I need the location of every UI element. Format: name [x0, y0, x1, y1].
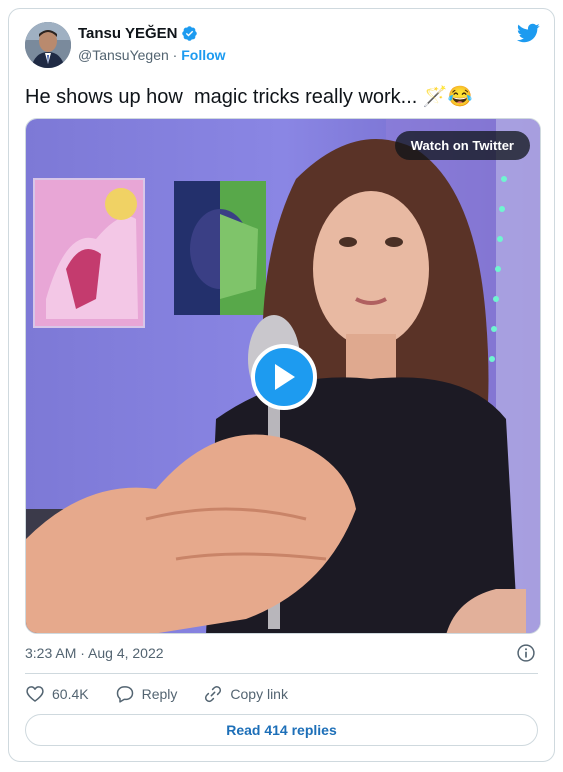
- tweet-timestamp[interactable]: 3:23 AM · Aug 4, 2022: [25, 645, 164, 661]
- verified-badge-icon: [182, 26, 198, 41]
- link-icon: [205, 685, 222, 703]
- handle-separator: ·: [172, 47, 178, 63]
- author-name[interactable]: Tansu YEĞEN: [78, 25, 177, 42]
- follow-button[interactable]: Follow: [181, 47, 225, 63]
- action-bar: 60.4K Reply Copy link: [25, 684, 314, 704]
- twitter-bird-icon[interactable]: [516, 21, 540, 45]
- heart-icon: [26, 686, 44, 702]
- author-handle[interactable]: @TansuYegen: [78, 47, 169, 63]
- play-icon: [275, 364, 295, 390]
- tweet-text: He shows up how magic tricks really work…: [25, 86, 473, 108]
- play-button[interactable]: [251, 344, 317, 410]
- info-icon[interactable]: [516, 643, 536, 663]
- reply-button[interactable]: Reply: [115, 684, 178, 704]
- video-media[interactable]: Watch on Twitter: [25, 118, 541, 634]
- copy-link-button[interactable]: Copy link: [203, 684, 288, 704]
- reply-label: Reply: [141, 686, 178, 702]
- reply-icon: [116, 686, 133, 703]
- avatar[interactable]: [25, 22, 71, 68]
- tweet-card: Tansu YEĞEN @TansuYegen · Follow He show…: [8, 8, 555, 762]
- copy-link-label: Copy link: [230, 686, 288, 702]
- watch-on-twitter-button[interactable]: Watch on Twitter: [394, 131, 530, 160]
- read-replies-button[interactable]: Read 414 replies: [25, 714, 538, 746]
- divider: [25, 673, 538, 674]
- like-button[interactable]: 60.4K: [25, 684, 89, 704]
- like-count: 60.4K: [52, 686, 89, 702]
